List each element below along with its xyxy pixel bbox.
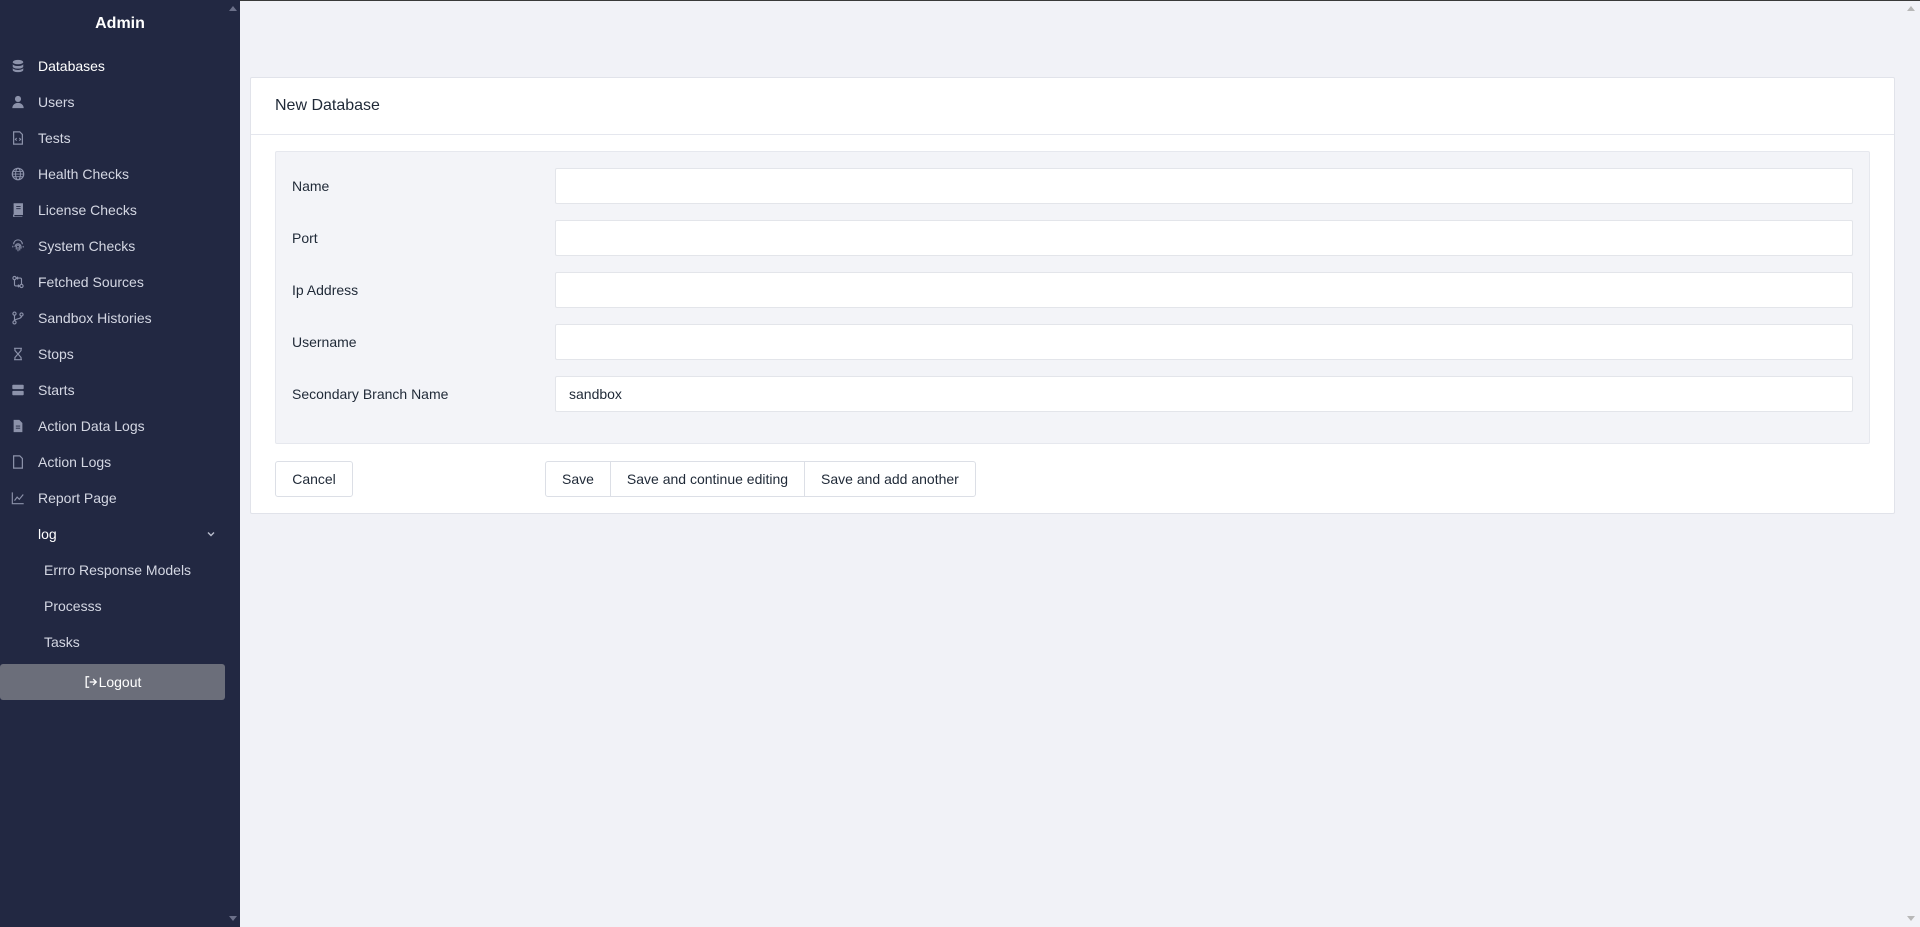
sidebar-item-label: Tests [38, 130, 71, 146]
name-input[interactable] [555, 168, 1853, 204]
save-and-add-another-button[interactable]: Save and add another [804, 461, 976, 497]
fingerprint-icon [10, 238, 26, 254]
sidebar-item-label: License Checks [38, 202, 137, 218]
form-fieldset: Name Port Ip Address Username Secondary … [275, 151, 1870, 444]
sidebar-item-label: Action Data Logs [38, 418, 145, 434]
sidebar-item-label: System Checks [38, 238, 136, 254]
save-button-group: Save Save and continue editing Save and … [545, 461, 976, 497]
username-label: Username [292, 334, 357, 350]
file-lines-icon [10, 418, 26, 434]
file-icon [10, 454, 26, 470]
sidebar-nav: Databases Users Tests Health Checks Lice… [0, 48, 240, 516]
sidebar-title: Admin [95, 15, 145, 32]
form-row-name: Name [276, 168, 1869, 204]
sidebar-group-log[interactable]: log [0, 516, 240, 552]
sidebar-group-label: log [38, 526, 57, 542]
file-code-icon [10, 130, 26, 146]
name-label: Name [292, 178, 330, 194]
chart-line-icon [10, 490, 26, 506]
top-divider [240, 0, 1920, 1]
ip-address-input[interactable] [555, 272, 1853, 308]
sidebar-item-label: Action Logs [38, 454, 112, 470]
form-row-username: Username [276, 324, 1869, 360]
sidebar-item-label: Health Checks [38, 166, 130, 182]
form-row-ip-address: Ip Address [276, 272, 1869, 308]
user-icon [10, 94, 26, 110]
sidebar-item-action-logs[interactable]: Action Logs [0, 444, 240, 480]
book-icon [10, 202, 26, 218]
sidebar-item-fetched-sources[interactable]: Fetched Sources [0, 264, 240, 300]
ip-address-label: Ip Address [292, 282, 359, 298]
sidebar-subitem-errro-response-models[interactable]: Errro Response Models [0, 552, 240, 588]
sidebar-item-label: Users [38, 94, 75, 110]
sidebar-subitem-processs[interactable]: Processs [0, 588, 240, 624]
hourglass-icon [10, 346, 26, 362]
globe-icon [10, 166, 26, 182]
chevron-down-icon [207, 532, 215, 537]
main-content: New Database Name Port Ip Address Userna… [240, 0, 1920, 927]
form-row-secondary-branch-name: Secondary Branch Name [276, 376, 1869, 412]
sidebar-item-action-data-logs[interactable]: Action Data Logs [0, 408, 240, 444]
secondary-branch-name-input[interactable] [555, 376, 1853, 412]
sidebar-item-label: Starts [38, 382, 75, 398]
sidebar-item-label: Databases [38, 58, 105, 74]
server-icon [10, 382, 26, 398]
sidebar-scroll-up-arrow[interactable] [229, 6, 237, 11]
sidebar-item-users[interactable]: Users [0, 84, 240, 120]
port-label: Port [292, 230, 318, 246]
username-input[interactable] [555, 324, 1853, 360]
cancel-button[interactable]: Cancel [275, 461, 353, 497]
sidebar-item-label: Fetched Sources [38, 274, 144, 290]
logout-icon [85, 676, 97, 688]
secondary-branch-name-label: Secondary Branch Name [292, 386, 449, 402]
sidebar-item-stops[interactable]: Stops [0, 336, 240, 372]
form-card: New Database Name Port Ip Address Userna… [250, 77, 1895, 514]
sidebar: Admin Databases Users Tests Health Check… [0, 0, 240, 927]
sidebar-subitem-tasks[interactable]: Tasks [0, 624, 240, 660]
database-icon [10, 58, 26, 74]
save-and-continue-button[interactable]: Save and continue editing [609, 461, 806, 497]
sidebar-scroll-down-arrow[interactable] [229, 916, 237, 921]
sidebar-item-databases[interactable]: Databases [0, 48, 240, 84]
code-branch-icon [10, 310, 26, 326]
sidebar-item-label: Sandbox Histories [38, 310, 152, 326]
port-input[interactable] [555, 220, 1853, 256]
sidebar-item-sandbox-histories[interactable]: Sandbox Histories [0, 300, 240, 336]
save-button[interactable]: Save [545, 461, 611, 497]
code-compare-icon [10, 274, 26, 290]
sidebar-item-label: Stops [38, 346, 74, 362]
sidebar-item-report-page[interactable]: Report Page [0, 480, 240, 516]
sidebar-item-starts[interactable]: Starts [0, 372, 240, 408]
sidebar-item-license-checks[interactable]: License Checks [0, 192, 240, 228]
sidebar-item-label: Report Page [38, 490, 117, 506]
logout-label: Logout [98, 674, 142, 690]
sidebar-item-system-checks[interactable]: System Checks [0, 228, 240, 264]
sidebar-item-tests[interactable]: Tests [0, 120, 240, 156]
page-scroll-down-arrow[interactable] [1907, 916, 1915, 921]
form-row-port: Port [276, 220, 1869, 256]
page-scroll-up-arrow[interactable] [1907, 6, 1915, 11]
logout-button[interactable]: Logout [0, 664, 225, 700]
sidebar-item-health-checks[interactable]: Health Checks [0, 156, 240, 192]
page-title: New Database [251, 78, 1894, 135]
